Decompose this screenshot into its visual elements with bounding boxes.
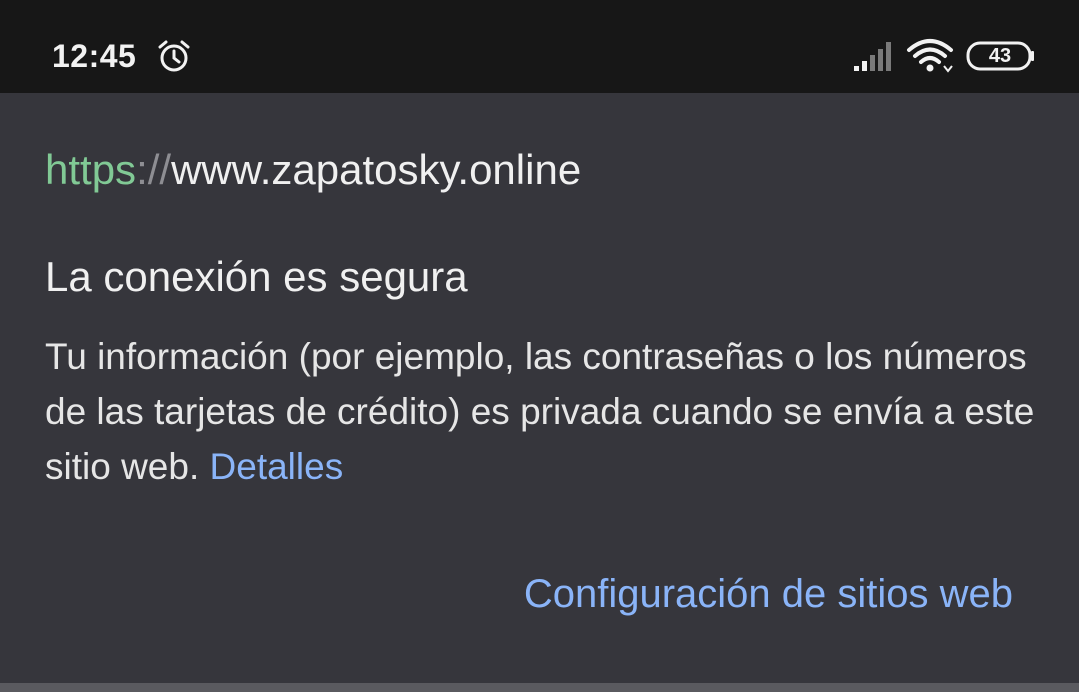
signal-icon bbox=[854, 42, 891, 71]
alarm-icon bbox=[158, 40, 190, 72]
connection-title: La conexión es segura bbox=[45, 253, 468, 300]
wifi-icon bbox=[907, 39, 953, 73]
site-settings-link[interactable]: Configuración de sitios web bbox=[524, 572, 1013, 617]
url-scheme: https bbox=[45, 146, 137, 193]
url-separator: :// bbox=[136, 146, 172, 193]
site-url: https://www.zapatosky.online bbox=[45, 146, 581, 194]
connection-description: Tu información (por ejemplo, las contras… bbox=[45, 329, 1035, 494]
description-text: Tu información (por ejemplo, las contras… bbox=[45, 336, 1035, 487]
battery-level: 43 bbox=[988, 45, 1012, 67]
status-time: 12:45 bbox=[52, 38, 137, 74]
status-bar: 12:45 43 bbox=[0, 0, 1079, 93]
bottom-divider bbox=[0, 683, 1079, 692]
details-link[interactable]: Detalles bbox=[210, 446, 344, 487]
url-host: www.zapatosky.online bbox=[171, 146, 582, 193]
